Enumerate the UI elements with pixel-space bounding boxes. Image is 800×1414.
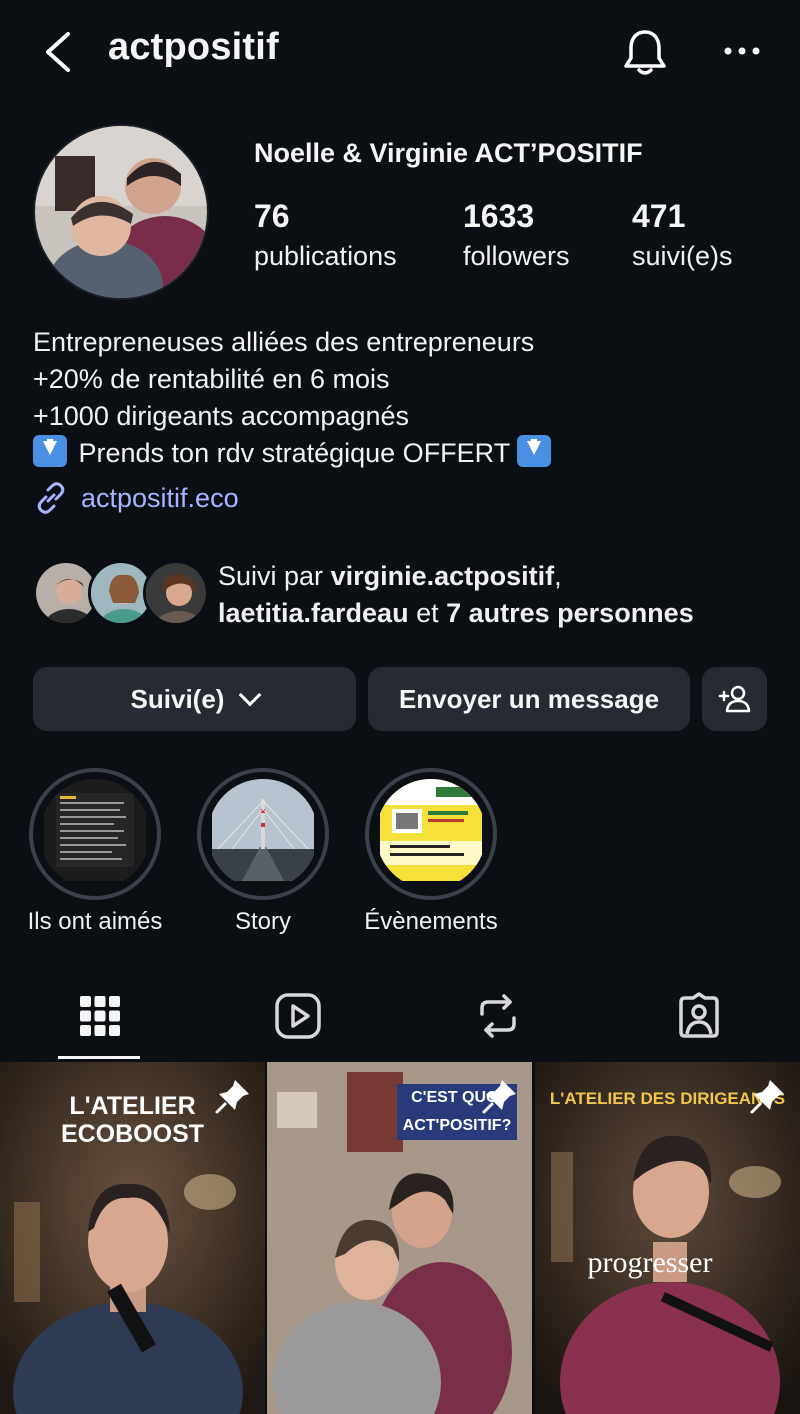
top-bar: actpositif (0, 0, 800, 100)
stat-value: 471 (632, 198, 686, 234)
highlight-cover (208, 779, 318, 889)
down-arrow-emoji-icon (517, 435, 552, 467)
highlight-evenements[interactable]: Évènements (364, 768, 498, 935)
stat-label: suivi(e)s (632, 241, 733, 271)
post-thumbnail[interactable]: C'EST QUOI ACT'POSITIF? (267, 1062, 532, 1414)
post-thumbnail[interactable]: L'ATELIER ECOBOOST (0, 1062, 265, 1414)
highlight-cover (40, 779, 150, 889)
followed-by-user[interactable]: laetitia.fardeau (218, 598, 409, 628)
profile-link-text[interactable]: actpositif.eco (81, 483, 239, 514)
bio-line: +20% de rentabilité en 6 mois (33, 364, 390, 394)
profile-username: actpositif (108, 26, 279, 68)
post-title-line: ACT'POSITIF? (402, 1117, 512, 1134)
following-button-label: Suivi(e) (130, 683, 225, 714)
highlight-story[interactable]: Story (197, 768, 329, 935)
profile-link[interactable]: actpositif.eco (33, 480, 239, 516)
followed-by-separator: , (554, 561, 562, 591)
stat-followers[interactable]: 1633 followers (463, 198, 570, 272)
add-user-button[interactable] (702, 667, 767, 731)
tagged-icon[interactable] (673, 990, 725, 1042)
posts-grid: L'ATELIER ECOBOOST C'EST QUOI ACT'POSITIF? (0, 1062, 800, 1414)
bell-icon[interactable] (620, 26, 670, 78)
link-icon (37, 482, 65, 514)
profile-avatar[interactable] (33, 124, 209, 300)
highlight-ring (365, 768, 497, 900)
bio-cta-line: Prends ton rdv stratégique OFFERT (33, 435, 555, 472)
highlight-label: Évènements (364, 908, 498, 935)
pin-icon (750, 1080, 784, 1114)
chevron-left-icon[interactable] (40, 28, 80, 76)
profile-bio: Entrepreneuses alliées des entrepreneurs… (33, 324, 555, 472)
grid-icon[interactable] (74, 990, 126, 1042)
highlight-ring (29, 768, 161, 900)
bio-cta-text: Prends ton rdv stratégique OFFERT (71, 438, 518, 468)
followed-by-conjunction: et (408, 598, 447, 628)
mutual-followers-avatars[interactable] (33, 560, 209, 628)
add-user-icon (718, 685, 750, 713)
following-button[interactable]: Suivi(e) (33, 667, 356, 731)
reels-icon[interactable] (272, 990, 324, 1042)
reposts-icon[interactable] (472, 990, 524, 1042)
bio-line: +1000 dirigeants accompagnés (33, 401, 410, 431)
stat-posts[interactable]: 76 publications (254, 198, 397, 272)
chevron-down-icon (239, 683, 262, 707)
avatar (143, 560, 209, 626)
highlight-cover (376, 779, 486, 889)
highlight-ils-ont-aimes[interactable]: Ils ont aimés (28, 768, 162, 935)
post-title-line: L'ATELIER (69, 1092, 196, 1120)
followed-by-text[interactable]: Suivi par virginie.actpositif, laetitia.f… (218, 558, 788, 632)
down-arrow-emoji-icon (33, 435, 67, 467)
profile-full-name: Noelle & Virginie ACT’POSITIF (254, 138, 643, 168)
post-thumbnail[interactable]: L'ATELIER DES DIRIGEANTS progresser (535, 1062, 800, 1414)
highlight-label: Ils ont aimés (27, 908, 163, 935)
highlight-label: Story (234, 908, 292, 935)
stat-value: 1633 (463, 198, 535, 234)
send-message-button[interactable]: Envoyer un message (368, 667, 690, 731)
active-tab-indicator (58, 1056, 140, 1059)
followed-by-others[interactable]: 7 autres personnes (446, 598, 694, 628)
highlight-ring (197, 768, 329, 900)
more-horizontal-icon[interactable] (720, 36, 764, 66)
profile-tabs (0, 980, 800, 1060)
pin-icon (482, 1080, 516, 1114)
stat-label: followers (463, 241, 570, 271)
followed-by-user[interactable]: virginie.actpositif (331, 561, 555, 591)
send-message-label: Envoyer un message (398, 683, 660, 714)
post-caption: progresser (587, 1246, 713, 1279)
pin-icon (215, 1080, 249, 1114)
followed-by-prefix: Suivi par (218, 561, 331, 591)
bio-line: Entrepreneuses alliées des entrepreneurs (33, 327, 535, 357)
stat-value: 76 (254, 198, 290, 234)
post-title-line: ECOBOOST (60, 1120, 205, 1148)
stat-following[interactable]: 471 suivi(e)s (632, 198, 733, 272)
stat-label: publications (254, 241, 397, 271)
